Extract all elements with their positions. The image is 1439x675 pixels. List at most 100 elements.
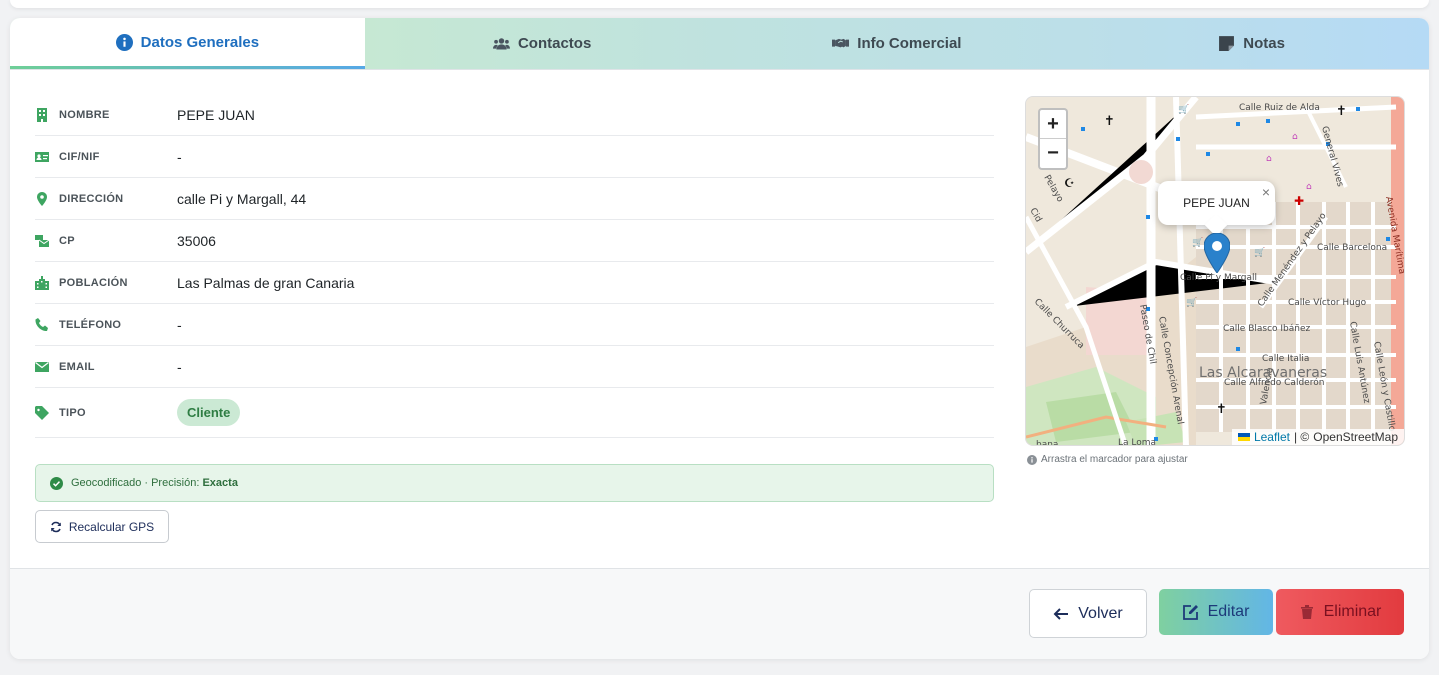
delete-button[interactable]: Eliminar	[1276, 589, 1404, 635]
info-circle-icon	[115, 33, 133, 51]
attribution-separator: | ©	[1293, 430, 1310, 444]
check-circle-icon	[50, 476, 63, 490]
map-marker-icon[interactable]	[1204, 233, 1230, 273]
tab-bar: Datos Generales Contactos Info Comercial…	[10, 18, 1429, 70]
mail-bulk-icon	[35, 234, 59, 248]
phone-icon	[35, 317, 59, 332]
edit-icon	[1182, 605, 1198, 620]
users-icon	[492, 38, 510, 50]
geocode-status-text: Geocodificado · Precisión:	[71, 477, 200, 489]
zoom-in-button[interactable]: +	[1040, 110, 1066, 139]
edit-button[interactable]: Editar	[1159, 589, 1273, 635]
leaflet-link[interactable]: Leaflet	[1254, 430, 1290, 444]
city-icon	[35, 275, 59, 290]
arrow-left-icon	[1053, 607, 1069, 620]
map-pin-icon	[35, 191, 59, 206]
map-label-alcaravaneras: Las Alcaravaneras	[1199, 365, 1327, 381]
map-attribution: Leaflet | © OpenStreetMap	[1231, 429, 1404, 445]
map-label-loma: La Loma	[1118, 438, 1156, 446]
recalculate-gps-label: Recalcular GPS	[68, 519, 155, 534]
tag-icon	[35, 405, 59, 420]
refresh-icon	[51, 521, 61, 532]
trash-icon	[1300, 605, 1313, 619]
field-value: Las Palmas de gran Canaria	[177, 274, 355, 291]
field-label: POBLACIÓN	[59, 276, 128, 289]
svg-text:🛒: 🛒	[1254, 246, 1265, 258]
field-row-telefono: TELÉFONO -	[35, 304, 994, 346]
geocode-status-alert: Geocodificado · Precisión: Exacta	[35, 464, 994, 502]
note-icon	[1219, 36, 1235, 51]
map-hint: Arrastra el marcador para ajustar	[1027, 454, 1188, 465]
field-value: -	[177, 358, 182, 375]
zoom-out-button[interactable]: −	[1040, 139, 1066, 168]
svg-text:✝: ✝	[1216, 402, 1227, 417]
svg-text:☪: ☪	[1064, 176, 1075, 190]
popup-name: PEPE JUAN	[1183, 196, 1250, 210]
client-detail-card: Datos Generales Contactos Info Comercial…	[10, 18, 1429, 659]
field-row-poblacion: POBLACIÓN Las Palmas de gran Canaria	[35, 262, 994, 304]
tab-info-comercial[interactable]: Info Comercial	[720, 18, 1075, 69]
map-hint-text: Arrastra el marcador para ajustar	[1041, 454, 1188, 465]
map-label-victor-hugo: Calle Víctor Hugo	[1288, 298, 1367, 308]
field-value: calle Pi y Margall, 44	[177, 190, 307, 207]
field-label: CIF/NIF	[59, 150, 100, 163]
field-value: -	[177, 316, 182, 333]
map-zoom-control: + −	[1038, 108, 1068, 170]
recalculate-gps-button[interactable]: Recalcular GPS	[35, 510, 169, 543]
field-value: -	[177, 148, 182, 165]
svg-text:✚: ✚	[1294, 194, 1304, 208]
tab-label: Notas	[1243, 35, 1285, 52]
envelope-icon	[35, 360, 59, 374]
field-label: TIPO	[59, 406, 86, 419]
map-popup: × PEPE JUAN	[1158, 181, 1275, 237]
tab-notas[interactable]: Notas	[1074, 18, 1429, 69]
info-circle-icon	[1027, 454, 1037, 465]
field-row-nombre: NOMBRE PEPE JUAN	[35, 94, 994, 136]
field-row-email: EMAIL -	[35, 346, 994, 388]
svg-text:🛒: 🛒	[1192, 236, 1203, 248]
map-label-pi-margall: Calle Pi y Margall	[1180, 273, 1257, 283]
svg-text:⌂: ⌂	[1306, 182, 1312, 192]
svg-text:✝: ✝	[1104, 114, 1115, 129]
tab-label: Info Comercial	[857, 35, 962, 52]
map-label-blasco: Calle Blasco Ibáñez	[1223, 324, 1311, 334]
field-row-cp: CP 35006	[35, 220, 994, 262]
tab-contactos[interactable]: Contactos	[365, 18, 720, 69]
geocode-precision: Exacta	[202, 477, 238, 489]
id-card-icon	[35, 150, 59, 164]
back-label: Volver	[1078, 604, 1123, 622]
map-label-bana: bana	[1036, 440, 1058, 446]
field-row-cif: CIF/NIF -	[35, 136, 994, 178]
popup-close-button[interactable]: ×	[1262, 184, 1270, 200]
field-row-direccion: DIRECCIÓN calle Pi y Margall, 44	[35, 178, 994, 220]
top-strip	[10, 0, 1429, 8]
svg-text:⌂: ⌂	[1292, 132, 1298, 142]
osm-link[interactable]: OpenStreetMap	[1313, 430, 1398, 444]
tab-datos-generales[interactable]: Datos Generales	[10, 18, 365, 69]
map-label-italia: Calle Italia	[1262, 354, 1309, 364]
field-value: PEPE JUAN	[177, 106, 255, 123]
tab-label: Contactos	[517, 35, 592, 52]
field-label: EMAIL	[59, 360, 95, 373]
ukraine-flag-icon	[1237, 433, 1250, 441]
field-list: NOMBRE PEPE JUAN CIF/NIF - DIRECCIÓN cal…	[35, 94, 994, 438]
delete-label: Eliminar	[1323, 603, 1382, 620]
svg-text:🛒: 🛒	[1178, 103, 1189, 115]
map-label-ruiz-alda: Calle Ruiz de Alda	[1239, 103, 1320, 113]
tab-label: Datos Generales	[140, 33, 260, 51]
field-row-tipo: TIPO Cliente	[35, 388, 994, 438]
location-map[interactable]: 🛒 ⌂ ⌂ ⌂ 🛒 🛒 🛒 ✚ ✝ ✝ ✝ ☪ Calle Ruiz de Alda Ca…	[1025, 96, 1405, 446]
field-label: CP	[59, 234, 75, 247]
building-icon	[35, 107, 59, 122]
handshake-icon	[832, 38, 850, 48]
client-type-badge: Cliente	[177, 399, 241, 426]
svg-text:🛒: 🛒	[1186, 296, 1197, 308]
field-label: DIRECCIÓN	[59, 192, 124, 205]
map-label-barcelona: Calle Barcelona	[1317, 243, 1387, 253]
svg-text:✝: ✝	[1336, 104, 1347, 119]
field-value: 35006	[177, 232, 216, 249]
field-label: TELÉFONO	[59, 318, 122, 331]
back-button[interactable]: Volver	[1029, 589, 1147, 638]
field-label: NOMBRE	[59, 108, 110, 121]
edit-label: Editar	[1207, 603, 1250, 620]
